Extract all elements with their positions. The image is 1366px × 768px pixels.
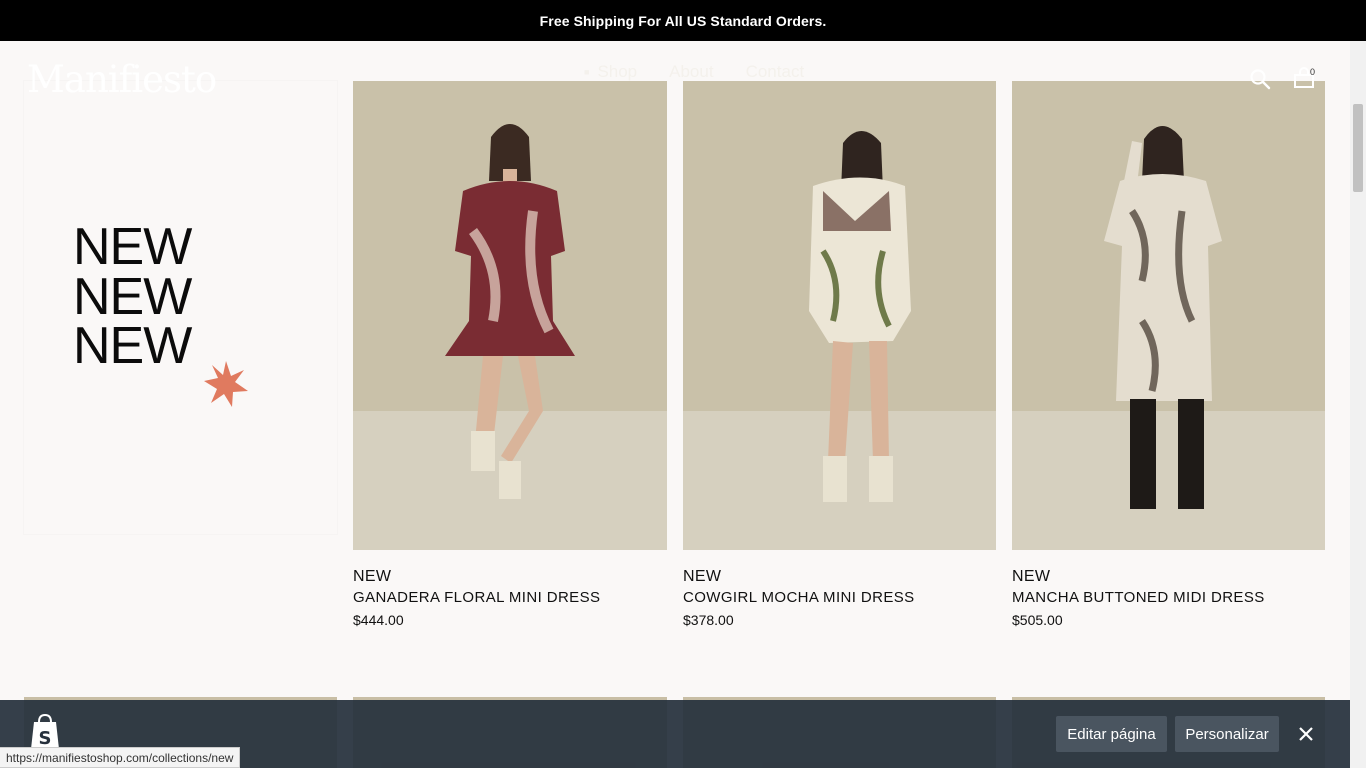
shopify-bag-icon[interactable]: S bbox=[28, 713, 62, 751]
nav-item-label: Contact bbox=[745, 62, 805, 81]
product-badge: NEW bbox=[353, 568, 392, 585]
announcement-text: Free Shipping For All US Standard Orders… bbox=[539, 12, 827, 29]
product-title[interactable]: COWGIRL MOCHA MINI DRESS bbox=[683, 589, 996, 606]
hero-title-line: NEW bbox=[73, 268, 192, 326]
product-card[interactable]: NEW GANADERA FLORAL MINI DRESS $444.00 bbox=[353, 81, 667, 628]
product-title[interactable]: GANADERA FLORAL MINI DRESS bbox=[353, 589, 667, 606]
edit-page-button[interactable]: Editar página bbox=[1056, 716, 1167, 752]
product-image[interactable] bbox=[1012, 81, 1325, 550]
nav-item-label: Shop bbox=[597, 62, 638, 81]
product-photo-cowgirl-dress bbox=[683, 81, 996, 550]
product-badge: NEW bbox=[683, 568, 722, 585]
product-photo-mancha-dress bbox=[1012, 81, 1325, 550]
product-card[interactable]: NEW COWGIRL MOCHA MINI DRESS $378.00 bbox=[683, 81, 996, 628]
cart-count-badge: 0 bbox=[1310, 67, 1316, 77]
main-nav: ■ Shop About Contact bbox=[584, 62, 804, 82]
nav-item-about[interactable]: About bbox=[669, 62, 713, 82]
nav-item-shop[interactable]: ■ Shop bbox=[584, 62, 637, 82]
product-photo-floral-dress bbox=[353, 81, 667, 550]
product-image[interactable] bbox=[353, 81, 667, 550]
hero-title-line: NEW bbox=[73, 218, 192, 276]
status-bar-url: https://manifiestoshop.com/collections/n… bbox=[0, 747, 241, 768]
product-badge: NEW bbox=[1012, 568, 1051, 585]
nav-item-label: About bbox=[669, 62, 714, 81]
product-image[interactable] bbox=[683, 81, 996, 550]
search-icon[interactable] bbox=[1249, 68, 1271, 90]
svg-text:S: S bbox=[39, 728, 52, 749]
star-icon bbox=[204, 361, 248, 407]
product-title[interactable]: MANCHA BUTTONED MIDI DRESS bbox=[1012, 589, 1325, 606]
product-price: $505.00 bbox=[1012, 612, 1063, 628]
product-price: $378.00 bbox=[683, 612, 734, 628]
customize-button[interactable]: Personalizar bbox=[1175, 716, 1279, 752]
nav-item-contact[interactable]: Contact bbox=[746, 62, 805, 82]
hero-title-line: NEW bbox=[73, 317, 192, 375]
announcement-bar: Free Shipping For All US Standard Orders… bbox=[0, 0, 1366, 41]
product-price: $444.00 bbox=[353, 612, 404, 628]
close-icon[interactable] bbox=[1296, 724, 1316, 744]
scrollbar-thumb[interactable] bbox=[1353, 104, 1363, 192]
site-logo[interactable]: Manifiesto bbox=[27, 58, 217, 101]
page-scrollbar[interactable] bbox=[1350, 41, 1366, 768]
product-card[interactable]: NEW MANCHA BUTTONED MIDI DRESS $505.00 bbox=[1012, 81, 1325, 628]
menu-dot-icon: ■ bbox=[584, 67, 590, 77]
